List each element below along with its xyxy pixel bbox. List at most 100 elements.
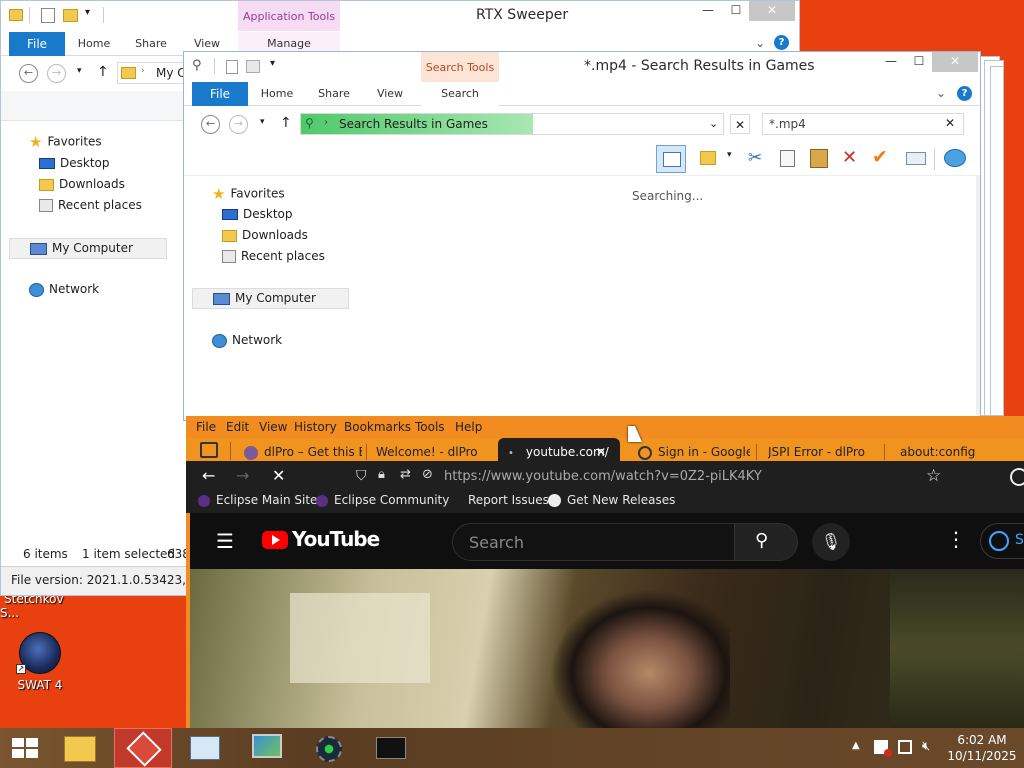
start-button[interactable] <box>0 728 48 768</box>
nav-network[interactable]: Network <box>29 282 99 297</box>
taskbar-file-explorer[interactable] <box>52 728 110 768</box>
new-folder-icon[interactable] <box>63 9 78 22</box>
bookmark-eclipse-main[interactable]: Eclipse Main Site <box>198 493 317 507</box>
cut-icon[interactable]: ✂ <box>748 148 762 168</box>
account-icon[interactable] <box>1010 468 1024 486</box>
ribbon-expand-icon[interactable]: ⌄ <box>755 36 765 50</box>
nav-favorites[interactable]: ★ Favorites <box>29 133 102 151</box>
autoplay-blocked-icon[interactable]: ⊘ <box>422 467 433 482</box>
address-dropdown-icon[interactable]: ⌄ <box>709 117 718 130</box>
qat-dropdown-icon[interactable]: ▾ <box>85 7 90 18</box>
back-button[interactable]: ← <box>201 115 220 134</box>
close-button[interactable]: ✕ <box>749 1 795 21</box>
youtube-search-button[interactable]: ⚲ <box>734 523 798 561</box>
titlebar[interactable]: ⚲ ▾ Search Tools *.mp4 - Search Results … <box>184 52 980 82</box>
close-button[interactable]: ✕ <box>932 52 978 72</box>
folder-options-dropdown-icon[interactable]: ▾ <box>727 150 732 160</box>
stop-button[interactable]: ✕ <box>272 466 285 485</box>
properties-icon[interactable] <box>41 8 55 23</box>
taskbar-command-prompt[interactable] <box>362 728 420 768</box>
menu-view[interactable]: View <box>259 420 287 434</box>
tab-home[interactable]: Home <box>67 32 121 56</box>
nav-downloads[interactable]: Downloads <box>222 228 308 242</box>
settings-more-icon[interactable]: ⋮ <box>946 527 966 551</box>
show-hidden-icons-icon[interactable]: ▲ <box>852 740 860 751</box>
menu-file[interactable]: File <box>196 420 216 434</box>
taskbar-app-active[interactable] <box>114 728 172 768</box>
nav-downloads[interactable]: Downloads <box>39 177 125 191</box>
maximize-button[interactable]: ☐ <box>904 52 934 72</box>
browser-window[interactable]: File Edit View History Bookmarks Tools H… <box>186 416 1024 768</box>
tab-home[interactable]: Home <box>250 82 304 106</box>
search-input[interactable]: *.mp4 <box>769 117 806 131</box>
tab-share[interactable]: Share <box>308 82 360 106</box>
copy-icon[interactable] <box>780 150 795 167</box>
maximize-button[interactable]: ☐ <box>721 1 751 21</box>
tab-overview-icon[interactable] <box>200 442 218 458</box>
taskbar-task-manager[interactable] <box>176 728 234 768</box>
tracking-shield-icon[interactable]: ⛉ <box>356 468 367 484</box>
lock-icon[interactable]: 🔒︎ <box>378 467 385 482</box>
rename-check-icon[interactable]: ✔ <box>872 146 888 168</box>
clear-search-icon[interactable]: ✕ <box>945 116 955 130</box>
nav-favorites[interactable]: ★ Favorites <box>212 185 285 203</box>
forward-button[interactable]: → <box>47 64 66 83</box>
clock[interactable]: 6:02 AM 10/11/2025 <box>944 732 1020 764</box>
properties-icon[interactable] <box>226 60 238 74</box>
stop-search-button[interactable]: ✕ <box>730 114 750 134</box>
network-tray-icon[interactable] <box>898 740 912 754</box>
bookmark-star-icon[interactable]: ☆ <box>926 466 941 486</box>
qat-dropdown-icon[interactable]: ▾ <box>270 58 275 69</box>
tab-file[interactable]: File <box>192 82 248 106</box>
recent-locations-icon[interactable]: ▾ <box>77 66 82 76</box>
forward-button[interactable]: → <box>236 466 249 485</box>
properties-panel-icon[interactable] <box>906 152 926 165</box>
youtube-search-box[interactable]: Search <box>452 523 736 561</box>
new-folder-icon[interactable] <box>246 60 260 73</box>
nav-my-computer[interactable]: My Computer <box>192 288 349 309</box>
up-button[interactable]: ↑ <box>97 64 109 80</box>
hamburger-menu-icon[interactable]: ☰ <box>216 529 234 553</box>
minimize-button[interactable]: — <box>876 52 906 72</box>
vertical-scrollbar[interactable] <box>976 176 980 420</box>
ribbon-expand-icon[interactable]: ⌄ <box>936 86 946 100</box>
youtube-logo-icon[interactable] <box>262 531 288 549</box>
youtube-search-input[interactable]: Search <box>469 533 524 552</box>
action-center-flag-icon[interactable] <box>874 740 892 757</box>
minimize-button[interactable]: — <box>693 1 723 21</box>
youtube-video-player[interactable] <box>190 569 1024 728</box>
nav-my-computer[interactable]: My Computer <box>9 238 167 259</box>
explorer-window-search-results[interactable]: ⚲ ▾ Search Tools *.mp4 - Search Results … <box>183 51 981 421</box>
nav-network[interactable]: Network <box>212 333 282 348</box>
tab-search[interactable]: Search <box>421 82 499 106</box>
tab-file[interactable]: File <box>9 32 65 56</box>
recent-locations-icon[interactable]: ▾ <box>260 117 265 127</box>
bookmark-get-new-releases[interactable]: Get New Releases <box>548 493 675 507</box>
preview-pane-icon[interactable] <box>656 145 686 173</box>
nav-desktop[interactable]: Desktop <box>39 156 110 170</box>
url-bar[interactable]: ⛉ 🔒︎ ⇄ ⊘ https://www.youtube.com/watch?v… <box>348 463 958 491</box>
delete-icon[interactable]: ✕ <box>842 147 857 168</box>
titlebar[interactable]: ▾ Application Tools RTX Sweeper — ☐ ✕ <box>1 1 799 31</box>
desktop-icon-swat4[interactable]: ↗ SWAT 4 <box>10 632 70 700</box>
help-icon[interactable]: ? <box>774 35 789 50</box>
nav-desktop[interactable]: Desktop <box>222 207 293 221</box>
paste-icon[interactable] <box>810 149 828 168</box>
back-button[interactable]: ← <box>19 64 38 83</box>
permissions-icon[interactable]: ⇄ <box>400 467 411 482</box>
menu-edit[interactable]: Edit <box>226 420 249 434</box>
help-icon[interactable]: ? <box>957 86 972 101</box>
menu-tools[interactable]: Tools <box>415 420 445 434</box>
voice-search-button[interactable]: 🎙︎ <box>812 523 850 561</box>
url-text[interactable]: https://www.youtube.com/watch?v=0Z2-piLK… <box>444 469 762 484</box>
nav-recent-places[interactable]: Recent places <box>39 198 142 212</box>
globe-icon[interactable] <box>944 149 966 167</box>
tab-share[interactable]: Share <box>123 32 179 56</box>
menu-bookmarks[interactable]: Bookmarks <box>344 420 411 434</box>
nav-recent-places[interactable]: Recent places <box>222 249 325 263</box>
taskbar-remote-desktop[interactable] <box>238 728 296 768</box>
address-bar[interactable]: ⚲ › Search Results in Games ⌄ <box>300 113 724 135</box>
menu-help[interactable]: Help <box>455 420 482 434</box>
folder-options-icon[interactable] <box>700 151 716 165</box>
taskbar-media-app[interactable] <box>300 728 358 768</box>
